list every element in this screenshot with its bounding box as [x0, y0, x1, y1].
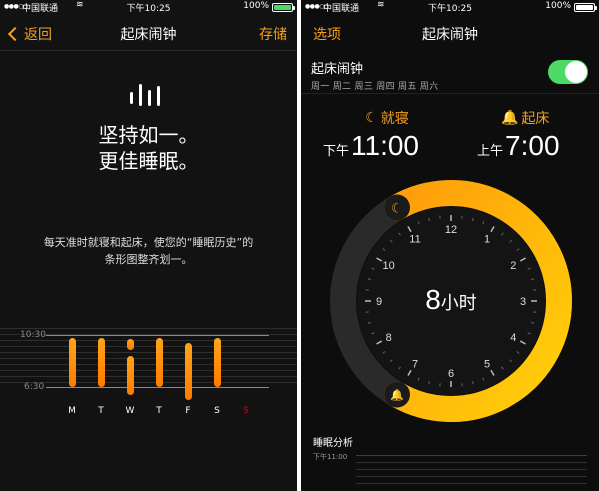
alarm-title: 起床闹钟	[311, 62, 364, 77]
moon-icon: ☾	[391, 201, 403, 216]
save-button[interactable]: 存储	[259, 24, 287, 44]
sleep-bar	[184, 342, 192, 400]
left-screen: ●●●○○ 中国联通 ≋ 下午10:25 100% 返回 起床闹钟 存储 坚持如…	[0, 0, 297, 491]
gridline-top	[46, 335, 269, 336]
bedtime-label-row: ☾ 就寝	[355, 108, 419, 128]
bell-icon: 🔔	[390, 389, 404, 402]
dial-number: 4	[510, 332, 516, 344]
alarm-setting-row[interactable]: 起床闹钟 周一 周二 周三 周四 周五 周六	[311, 58, 438, 92]
bell-icon: 🔔	[501, 110, 519, 126]
sleep-analysis-title: 睡眠分析	[313, 438, 353, 449]
description-text: 每天准时就寝和起床，使您的“睡眠历史”的条形图整齐划一。	[43, 236, 254, 266]
battery-icon	[574, 3, 597, 12]
dial-number: 3	[520, 296, 526, 308]
nav-bar: 选项 起床闹钟	[301, 16, 599, 50]
right-screen: ●●●○○ 中国联通 ≋ 下午10:25 100% 选项 起床闹钟 起床闹钟 周…	[301, 0, 599, 491]
settings-divider	[301, 93, 599, 94]
day-label: F	[185, 406, 191, 416]
headline: 坚持如一。 更佳睡眠。	[0, 122, 297, 174]
page-title: 起床闹钟	[120, 27, 177, 43]
bedtime-block: ☾ 就寝 下午 11:00	[323, 108, 419, 162]
wakeup-prefix: 上午	[477, 144, 504, 159]
bedtime-time: 11:00	[351, 130, 420, 161]
y-label-top: 10:30	[20, 330, 46, 340]
dial-number: 2	[510, 260, 516, 272]
duration-value: 8	[425, 284, 441, 315]
nav-divider	[0, 50, 297, 51]
bedtime-prefix: 下午	[323, 144, 350, 159]
sleep-history-chart: 10:30 6:30 M T W T F S S	[0, 320, 297, 420]
status-bar: ●●●○○ 中国联通 ≋ 下午10:25 100%	[0, 0, 297, 15]
day-label: S	[243, 406, 249, 416]
sleep-bar	[68, 337, 76, 387]
y-label-bottom: 6:30	[24, 382, 45, 392]
bedtime-label: 就寝	[380, 111, 409, 127]
dial-number: 8	[386, 332, 392, 344]
wakeup-block: 🔔 起床 上午 7:00	[477, 108, 560, 162]
toggle-knob	[565, 61, 587, 83]
duration-unit: 小时	[441, 293, 477, 314]
battery-percent: 100%	[545, 1, 571, 11]
dial-number: 11	[409, 234, 420, 246]
sleep-analysis-time: 下午11:00	[313, 453, 348, 461]
dial-number: 6	[448, 368, 454, 380]
wakeup-label: 起床	[521, 111, 550, 127]
headline-line-2: 更佳睡眠。	[98, 149, 199, 173]
dial-number: 5	[484, 358, 490, 370]
sleep-dial[interactable]: 121234567891011 ☾ 🔔 8小时	[301, 178, 599, 428]
battery-percent: 100%	[243, 1, 269, 11]
day-label: T	[156, 406, 162, 416]
dial-number: 12	[445, 224, 457, 236]
alarm-days: 周一 周二 周三 周四 周五 周六	[311, 82, 439, 92]
moon-icon: ☾	[365, 110, 378, 126]
day-label: W	[125, 406, 135, 416]
day-label: T	[98, 406, 104, 416]
page-title: 起床闹钟	[422, 27, 478, 43]
battery-icon	[272, 3, 295, 12]
headline-line-1: 坚持如一。	[98, 123, 199, 147]
nav-bar: 返回 起床闹钟 存储	[0, 16, 297, 50]
sleep-bar	[126, 339, 134, 350]
dial-number: 1	[484, 234, 490, 246]
status-bar: ●●●○○ 中国联通 ≋ 下午10:25 100%	[301, 0, 599, 15]
wakeup-label-row: 🔔 起床	[501, 108, 560, 128]
day-label: M	[68, 406, 76, 416]
bedtime-value: 下午 11:00	[323, 130, 419, 162]
dial-number: 9	[376, 296, 382, 308]
alarm-toggle[interactable]	[548, 60, 588, 84]
gridline-bottom	[46, 387, 269, 388]
wakeup-time: 7:00	[505, 130, 560, 161]
dial-number: 7	[412, 358, 418, 370]
dial-number: 10	[383, 260, 395, 272]
sleep-bar	[126, 355, 134, 395]
sleep-bar	[155, 337, 163, 387]
sleep-bars-icon	[128, 84, 168, 110]
day-label: S	[214, 406, 220, 416]
sleep-bar	[97, 337, 105, 387]
sleep-bar	[213, 337, 221, 387]
wakeup-value: 上午 7:00	[477, 130, 560, 162]
